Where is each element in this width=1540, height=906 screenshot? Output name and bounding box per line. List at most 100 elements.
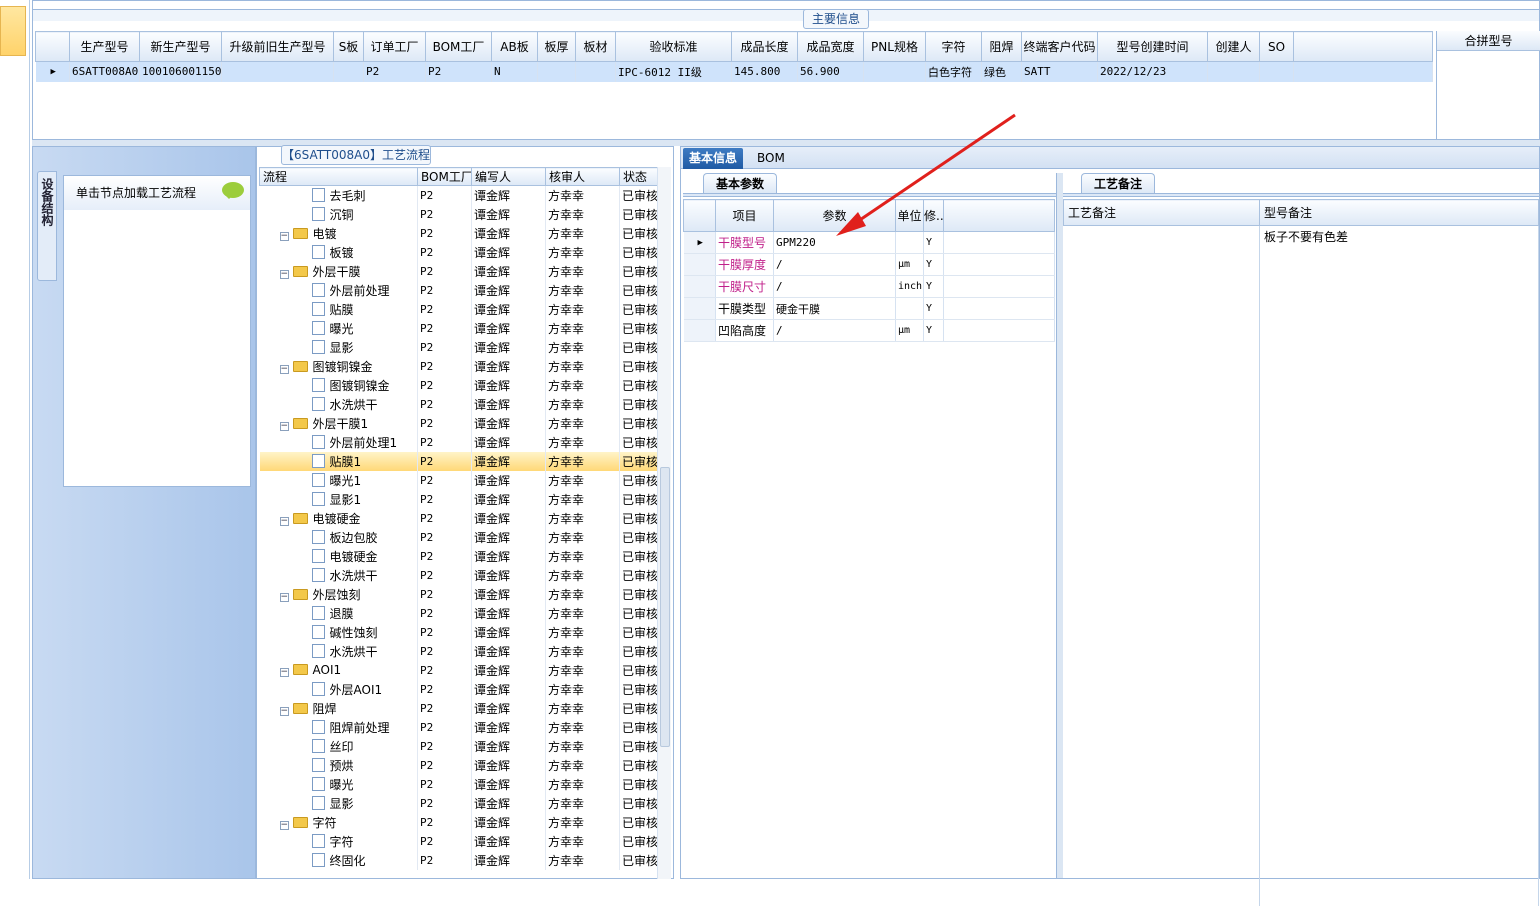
process-row[interactable]: 贴膜1 P2 谭金辉 方幸幸 已审核 [259,451,658,471]
process-writer-cell[interactable]: 谭金辉 [471,337,546,357]
main-col-header[interactable]: 生产型号 [69,31,140,62]
process-reviewer-cell[interactable]: 方幸幸 [545,394,620,414]
process-writer-cell[interactable]: 谭金辉 [471,660,546,680]
process-writer-cell[interactable]: 谭金辉 [471,318,546,338]
param-col-header[interactable]: 项目 [715,199,774,232]
process-bom-cell[interactable]: P2 [417,850,472,870]
process-name-cell[interactable]: 外层AOI1 [259,679,418,699]
param-value-cell[interactable]: / [773,253,896,276]
process-row[interactable]: 退膜 P2 谭金辉 方幸幸 已审核 [259,603,658,623]
process-name-cell[interactable]: 曝光1 [259,470,418,490]
process-bom-cell[interactable]: P2 [417,660,472,680]
main-cell[interactable]: 10010600115069 [139,61,222,82]
process-reviewer-cell[interactable]: 方幸幸 [545,242,620,262]
process-name-cell[interactable]: 去毛刺 [259,185,418,205]
process-row[interactable]: 外层AOI1 P2 谭金辉 方幸幸 已审核 [259,679,658,699]
process-status-cell[interactable]: 已审核 [619,413,658,433]
process-writer-cell[interactable]: 谭金辉 [471,356,546,376]
process-writer-cell[interactable]: 谭金辉 [471,812,546,832]
process-status-cell[interactable]: 已审核 [619,394,658,414]
collapse-icon[interactable]: − [279,364,289,374]
process-bom-cell[interactable]: P2 [417,489,472,509]
process-reviewer-cell[interactable]: 方幸幸 [545,413,620,433]
main-col-header[interactable]: PNL规格 [863,31,926,62]
process-tree-scrollbar[interactable] [657,167,671,879]
process-bom-cell[interactable]: P2 [417,261,472,281]
collapse-icon[interactable]: − [279,592,289,602]
process-writer-cell[interactable]: 谭金辉 [471,736,546,756]
process-name-cell[interactable]: 退膜 [259,603,418,623]
param-col-header[interactable]: 单位 [895,199,924,232]
process-status-cell[interactable]: 已审核 [619,736,658,756]
process-name-cell[interactable]: − AOI1 [259,660,418,680]
main-col-header[interactable]: AB板 [491,31,538,62]
main-col-header[interactable]: 型号创建时间 [1097,31,1208,62]
process-bom-cell[interactable]: P2 [417,508,472,528]
process-status-cell[interactable]: 已审核 [619,774,658,794]
main-col-header[interactable]: BOM工厂 [425,31,492,62]
process-reviewer-cell[interactable]: 方幸幸 [545,660,620,680]
process-bom-cell[interactable]: P2 [417,470,472,490]
process-writer-cell[interactable]: 谭金辉 [471,641,546,661]
process-row[interactable]: 水洗烘干 P2 谭金辉 方幸幸 已审核 [259,565,658,585]
process-status-cell[interactable]: 已审核 [619,451,658,471]
process-name-cell[interactable]: 贴膜 [259,299,418,319]
process-status-cell[interactable]: 已审核 [619,261,658,281]
collapse-icon[interactable]: − [279,231,289,241]
main-col-header[interactable]: SO [1259,31,1294,62]
process-reviewer-cell[interactable]: 方幸幸 [545,527,620,547]
process-name-cell[interactable]: 预烘 [259,755,418,775]
process-reviewer-cell[interactable]: 方幸幸 [545,337,620,357]
process-status-cell[interactable]: 已审核 [619,603,658,623]
process-remark-header[interactable]: 工艺备注 [1063,199,1260,226]
process-bom-cell[interactable]: P2 [417,831,472,851]
param-item-cell[interactable]: 干膜尺寸 [715,275,774,298]
process-name-cell[interactable]: 显影 [259,337,418,357]
collapse-icon[interactable]: − [279,516,289,526]
process-row[interactable]: 电镀硬金 P2 谭金辉 方幸幸 已审核 [259,546,658,566]
main-cell[interactable]: 56.900 [797,61,864,82]
process-bom-cell[interactable]: P2 [417,223,472,243]
param-row[interactable]: ▶ 干膜型号 GPM220 Y [683,231,1055,254]
process-name-cell[interactable]: 板边包胶 [259,527,418,547]
process-status-cell[interactable]: 已审核 [619,755,658,775]
param-unit-cell[interactable]: inch [895,275,924,298]
process-name-cell[interactable]: 外层前处理 [259,280,418,300]
process-bom-cell[interactable]: P2 [417,356,472,376]
process-row[interactable]: − 字符 P2 谭金辉 方幸幸 已审核 [259,812,658,832]
param-value-cell[interactable]: 硬金干膜 [773,297,896,320]
process-writer-cell[interactable]: 谭金辉 [471,261,546,281]
process-bom-cell[interactable]: P2 [417,717,472,737]
process-reviewer-cell[interactable]: 方幸幸 [545,299,620,319]
process-name-cell[interactable]: 沉铜 [259,204,418,224]
process-name-cell[interactable]: − 电镀硬金 [259,508,418,528]
process-reviewer-cell[interactable]: 方幸幸 [545,565,620,585]
main-cell[interactable]: SATT [1021,61,1098,82]
process-status-cell[interactable]: 已审核 [619,850,658,870]
main-cell[interactable] [333,61,364,82]
process-row[interactable]: 沉铜 P2 谭金辉 方幸幸 已审核 [259,204,658,224]
process-bom-cell[interactable]: P2 [417,318,472,338]
process-writer-cell[interactable]: 谭金辉 [471,698,546,718]
process-row[interactable]: 板镀 P2 谭金辉 方幸幸 已审核 [259,242,658,262]
main-col-header[interactable]: 成品宽度 [797,31,864,62]
process-name-cell[interactable]: 外层前处理1 [259,432,418,452]
process-reviewer-cell[interactable]: 方幸幸 [545,489,620,509]
main-cell[interactable]: N [491,61,538,82]
process-row[interactable]: 水洗烘干 P2 谭金辉 方幸幸 已审核 [259,641,658,661]
param-unit-cell[interactable]: μm [895,319,924,342]
process-col-header[interactable]: 状态 [619,167,658,186]
process-row[interactable]: 外层前处理1 P2 谭金辉 方幸幸 已审核 [259,432,658,452]
process-name-cell[interactable]: 字符 [259,831,418,851]
process-bom-cell[interactable]: P2 [417,299,472,319]
process-name-cell[interactable]: 阻焊前处理 [259,717,418,737]
process-writer-cell[interactable]: 谭金辉 [471,717,546,737]
device-structure-vertical-tab[interactable]: 设备结构 [37,171,57,281]
process-reviewer-cell[interactable]: 方幸幸 [545,641,620,661]
process-status-cell[interactable]: 已审核 [619,318,658,338]
process-row[interactable]: − AOI1 P2 谭金辉 方幸幸 已审核 [259,660,658,680]
main-info-selected-row[interactable]: ▶6SATT008A010010600115069P2P2NIPC-6012 I… [35,61,1433,82]
process-name-cell[interactable]: − 外层蚀刻 [259,584,418,604]
app-launcher-tile[interactable] [0,6,26,56]
process-status-cell[interactable]: 已审核 [619,356,658,376]
